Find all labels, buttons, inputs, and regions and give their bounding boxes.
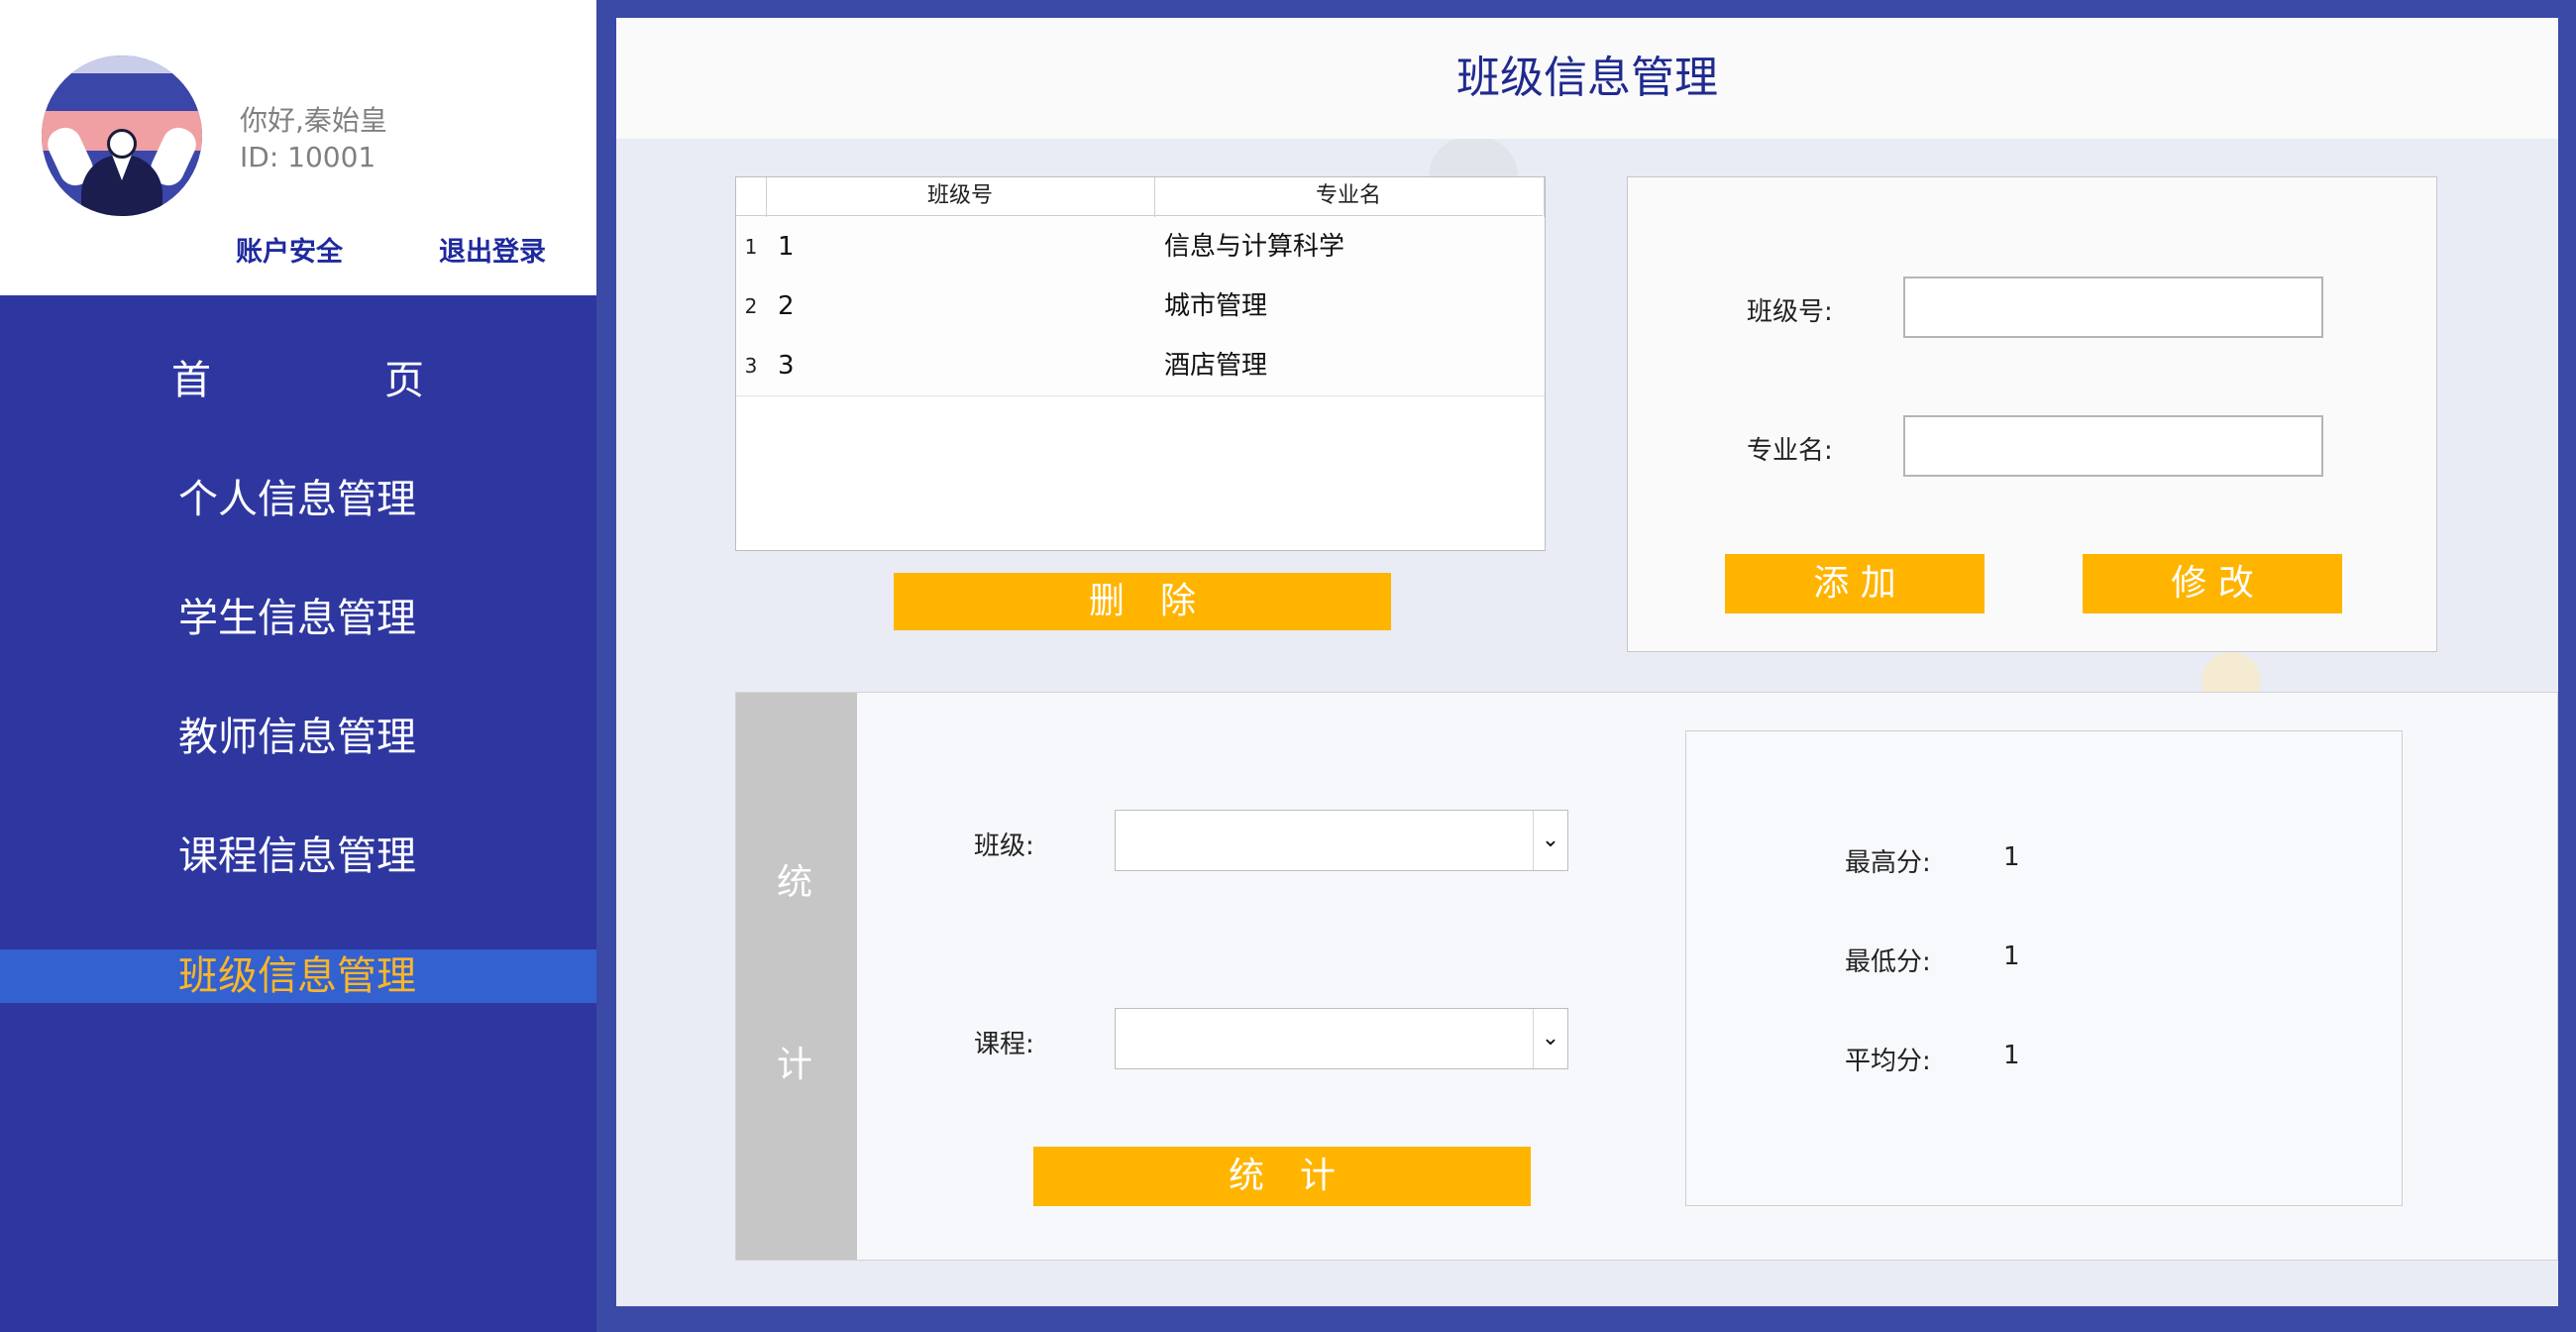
- column-header-class-id[interactable]: 班级号: [766, 177, 1154, 216]
- account-security-link[interactable]: 账户安全: [236, 230, 343, 269]
- max-score-value: 1: [2003, 842, 2020, 872]
- avg-score-value: 1: [2003, 1041, 2020, 1070]
- nav-label: 教师信息管理: [178, 715, 416, 760]
- nav-label: 学生信息管理: [178, 596, 416, 641]
- modify-button[interactable]: 修 改: [2083, 554, 2342, 613]
- nav-label: 个人信息管理: [178, 477, 416, 522]
- logout-link[interactable]: 退出登录: [439, 230, 546, 269]
- sidebar: 你好,秦始皇 ID: 10001 账户安全 退出登录 首 页 个人信息管理 学生…: [0, 0, 596, 1332]
- min-score-value: 1: [2003, 942, 2020, 971]
- nav-item-student-info[interactable]: 学生信息管理: [0, 592, 596, 645]
- table-corner: [736, 177, 766, 216]
- cell-class-id[interactable]: 2: [778, 277, 795, 336]
- max-score-label: 最高分:: [1845, 848, 1931, 878]
- profile-panel: 你好,秦始皇 ID: 10001 账户安全 退出登录: [0, 0, 596, 295]
- delete-button[interactable]: 删 除: [894, 573, 1391, 630]
- chevron-down-icon[interactable]: ⌄: [1533, 1009, 1567, 1068]
- user-id-text: ID: 10001: [240, 141, 376, 173]
- cell-major[interactable]: 信息与计算科学: [1164, 217, 1344, 277]
- cell-class-id[interactable]: 3: [778, 336, 795, 395]
- statistics-button[interactable]: 统 计: [1033, 1147, 1531, 1206]
- nav-item-course-info[interactable]: 课程信息管理: [0, 830, 596, 883]
- nav-item-personal-info[interactable]: 个人信息管理: [0, 473, 596, 526]
- course-select[interactable]: ⌄: [1115, 1008, 1568, 1069]
- nav-item-teacher-info[interactable]: 教师信息管理: [0, 711, 596, 764]
- cell-class-id[interactable]: 1: [778, 217, 795, 277]
- table-row[interactable]: 1 1 信息与计算科学: [736, 217, 1545, 278]
- row-index: 3: [744, 354, 758, 378]
- table-row[interactable]: 3 3 酒店管理: [736, 336, 1545, 396]
- class-select[interactable]: ⌄: [1115, 810, 1568, 871]
- class-form: 班级号: 专业名: 添 加 修 改: [1627, 176, 2437, 652]
- avatar: [42, 56, 202, 216]
- content-panel: 班级信息管理 班级号 专业名 1 1 信息与计算科学 2 2 城市管理 3 3 …: [616, 18, 2558, 1306]
- major-input[interactable]: [1903, 415, 2323, 477]
- row-index: 1: [744, 235, 758, 259]
- statistics-side-label: 统 计: [736, 693, 857, 1260]
- nav-item-class-info[interactable]: 班级信息管理: [0, 949, 596, 1003]
- table-row[interactable]: 2 2 城市管理: [736, 277, 1545, 337]
- nav-home-label-2: 页: [384, 358, 424, 403]
- add-button[interactable]: 添 加: [1725, 554, 1985, 613]
- stats-side-char-1: 统: [777, 862, 813, 903]
- major-label: 专业名:: [1747, 436, 1833, 466]
- nav-home-label-1: 首: [171, 358, 211, 403]
- course-select-label: 课程:: [974, 1030, 1034, 1059]
- stats-side-char-2: 计: [777, 1045, 813, 1085]
- nav-item-home[interactable]: 首 页: [0, 354, 596, 407]
- cell-major[interactable]: 城市管理: [1164, 277, 1267, 336]
- row-index: 2: [744, 294, 758, 318]
- class-select-label: 班级:: [974, 832, 1034, 861]
- page-title: 班级信息管理: [616, 18, 2558, 139]
- column-header-major[interactable]: 专业名: [1154, 177, 1543, 216]
- avg-score-label: 平均分:: [1845, 1047, 1931, 1076]
- chevron-down-icon[interactable]: ⌄: [1533, 811, 1567, 870]
- cell-major[interactable]: 酒店管理: [1164, 336, 1267, 395]
- greeting-text: 你好,秦始皇: [240, 104, 387, 137]
- class-id-input[interactable]: [1903, 277, 2323, 338]
- min-score-label: 最低分:: [1845, 947, 1931, 977]
- nav-label: 班级信息管理: [178, 953, 416, 999]
- statistics-panel: 统 计 班级: ⌄ 课程: ⌄ 统 计 最高分: 1 最低分: 1 平均分: 1: [735, 692, 2558, 1261]
- class-id-label: 班级号:: [1747, 297, 1833, 327]
- nav-label: 课程信息管理: [178, 833, 416, 879]
- statistics-result: 最高分: 1 最低分: 1 平均分: 1: [1685, 730, 2403, 1206]
- class-table[interactable]: 班级号 专业名 1 1 信息与计算科学 2 2 城市管理 3 3 酒店管理: [735, 176, 1546, 551]
